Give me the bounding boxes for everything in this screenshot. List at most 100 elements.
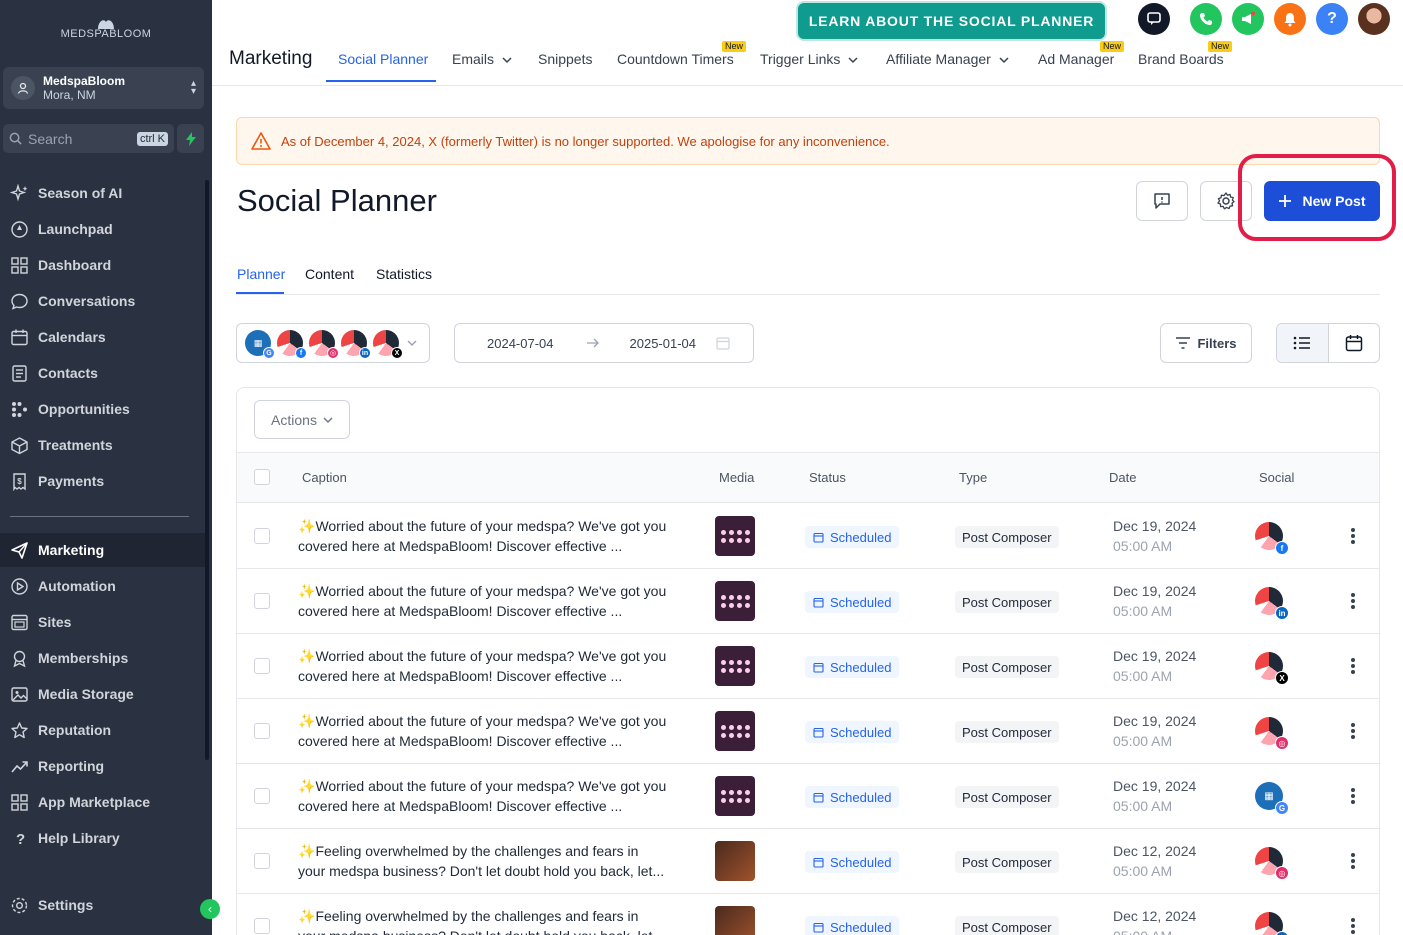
select-all-checkbox[interactable] [254, 469, 270, 485]
megaphone-icon[interactable] [1232, 3, 1264, 35]
tab-trigger-links[interactable]: Trigger Links [760, 51, 858, 67]
table-row[interactable]: ✨Feeling overwhelmed by the challenges a… [237, 894, 1379, 935]
media-thumbnail[interactable] [715, 581, 755, 621]
bell-icon[interactable] [1274, 3, 1306, 35]
tab-content[interactable]: Content [305, 266, 354, 282]
sidebar-item-settings[interactable]: Settings [0, 888, 205, 922]
more-options-icon[interactable] [1346, 656, 1360, 676]
sidebar-item-payments[interactable]: $ Payments [0, 464, 205, 498]
grid-icon [11, 256, 28, 274]
sidebar-item-opportunities[interactable]: Opportunities [0, 392, 205, 426]
sidebar-item-sites[interactable]: Sites [0, 605, 205, 639]
box-icon [11, 436, 28, 454]
row-checkbox[interactable] [254, 593, 270, 609]
sidebar-scrollbar[interactable] [205, 180, 209, 760]
tab-brand-boards[interactable]: Brand Boards [1138, 51, 1224, 67]
post-caption[interactable]: ✨Feeling overwhelmed by the challenges a… [298, 906, 698, 935]
social-account-picker[interactable]: ▦ G f ◎ in X [236, 323, 430, 363]
table-row[interactable]: ✨Worried about the future of your medspa… [237, 569, 1379, 634]
more-options-icon[interactable] [1346, 526, 1360, 546]
more-options-icon[interactable] [1346, 591, 1360, 611]
tab-statistics[interactable]: Statistics [376, 266, 432, 282]
table-row[interactable]: ✨Feeling overwhelmed by the challenges a… [237, 829, 1379, 894]
row-checkbox[interactable] [254, 658, 270, 674]
list-view-button[interactable] [1277, 324, 1329, 362]
more-options-icon[interactable] [1346, 851, 1360, 871]
table-row[interactable]: ✨Worried about the future of your medspa… [237, 634, 1379, 699]
help-icon[interactable]: ? [1316, 3, 1348, 35]
account-switcher[interactable]: MedspaBloom Mora, NM ▴ ▾ [3, 67, 204, 109]
row-checkbox[interactable] [254, 853, 270, 869]
chevron-down-icon [999, 57, 1009, 64]
collapse-sidebar-button[interactable]: ‹ [200, 899, 220, 919]
tab-affiliate-manager[interactable]: Affiliate Manager [886, 51, 1009, 67]
row-checkbox[interactable] [254, 528, 270, 544]
sidebar-item-help-library[interactable]: ? Help Library [0, 821, 205, 855]
settings-button[interactable] [1200, 181, 1252, 221]
sidebar-item-dashboard[interactable]: Dashboard [0, 248, 205, 282]
post-caption[interactable]: ✨Feeling overwhelmed by the challenges a… [298, 841, 698, 881]
table-row[interactable]: ✨Worried about the future of your medspa… [237, 699, 1379, 764]
sidebar-item-calendars[interactable]: Calendars [0, 320, 205, 354]
row-checkbox[interactable] [254, 918, 270, 934]
tab-social-planner[interactable]: Social Planner [338, 51, 428, 67]
sidebar-item-launchpad[interactable]: Launchpad [0, 212, 205, 246]
filters-button[interactable]: Filters [1160, 323, 1252, 363]
media-thumbnail[interactable] [715, 516, 755, 556]
media-thumbnail[interactable] [715, 841, 755, 881]
sidebar-item-reporting[interactable]: Reporting [0, 749, 205, 783]
media-thumbnail[interactable] [715, 776, 755, 816]
chat-bubble-icon[interactable] [1138, 3, 1170, 35]
sidebar-item-season-of-ai[interactable]: Season of AI [0, 176, 205, 210]
date-end[interactable]: 2025-01-04 [630, 336, 697, 351]
sidebar-search[interactable]: Search ctrl K [3, 124, 174, 153]
tab-countdown-timers[interactable]: Countdown Timers [617, 51, 734, 67]
row-checkbox[interactable] [254, 723, 270, 739]
caption-line-2: covered here at MedspaBloom! Discover ef… [298, 798, 623, 814]
sidebar-item-reputation[interactable]: Reputation [0, 713, 205, 747]
table-row[interactable]: ✨Worried about the future of your medspa… [237, 504, 1379, 569]
row-checkbox[interactable] [254, 788, 270, 804]
tab-emails[interactable]: Emails [452, 51, 512, 67]
feedback-button[interactable] [1136, 181, 1188, 221]
sidebar-item-contacts[interactable]: Contacts [0, 356, 205, 390]
new-post-button[interactable]: New Post [1264, 181, 1380, 221]
user-avatar[interactable] [1358, 3, 1390, 35]
table-row[interactable]: ✨Worried about the future of your medspa… [237, 764, 1379, 829]
date-start[interactable]: 2024-07-04 [487, 336, 554, 351]
calendar-view-button[interactable] [1329, 324, 1380, 362]
caption-line-2: covered here at MedspaBloom! Discover ef… [298, 603, 623, 619]
post-caption[interactable]: ✨Worried about the future of your medspa… [298, 711, 698, 751]
more-options-icon[interactable] [1346, 916, 1360, 935]
post-caption[interactable]: ✨Worried about the future of your medspa… [298, 646, 698, 686]
phone-icon[interactable] [1190, 3, 1222, 35]
sidebar-item-memberships[interactable]: Memberships [0, 641, 205, 675]
media-thumbnail[interactable] [715, 906, 755, 935]
section-title: Marketing [229, 48, 313, 69]
post-caption[interactable]: ✨Worried about the future of your medspa… [298, 776, 698, 816]
sidebar-item-treatments[interactable]: Treatments [0, 428, 205, 462]
quick-action-button[interactable] [177, 124, 204, 153]
sidebar-item-app-marketplace[interactable]: App Marketplace [0, 785, 205, 819]
sidebar-item-automation[interactable]: Automation [0, 569, 205, 603]
tab-ad-manager[interactable]: Ad Manager [1038, 51, 1114, 67]
time-value: 05:00 AM [1113, 798, 1173, 814]
post-caption[interactable]: ✨Worried about the future of your medspa… [298, 516, 698, 556]
calendar-icon [813, 597, 824, 608]
learn-social-planner-button[interactable]: LEARN ABOUT THE SOCIAL PLANNER [796, 1, 1107, 41]
sidebar-item-marketing[interactable]: Marketing [0, 533, 205, 567]
more-options-icon[interactable] [1346, 721, 1360, 741]
more-options-icon[interactable] [1346, 786, 1360, 806]
actions-label: Actions [271, 411, 317, 428]
media-thumbnail[interactable] [715, 711, 755, 751]
post-caption[interactable]: ✨Worried about the future of your medspa… [298, 581, 698, 621]
media-thumbnail[interactable] [715, 646, 755, 686]
sidebar-item-media-storage[interactable]: Media Storage [0, 677, 205, 711]
date-range-picker[interactable]: 2024-07-04 2025-01-04 [454, 323, 754, 363]
sidebar-item-conversations[interactable]: Conversations [0, 284, 205, 318]
caption-line-1: Worried about the future of your medspa?… [315, 648, 667, 664]
tab-snippets[interactable]: Snippets [538, 51, 592, 67]
tab-planner[interactable]: Planner [237, 266, 285, 282]
status-label: Scheduled [830, 854, 892, 870]
actions-dropdown[interactable]: Actions [254, 400, 350, 439]
